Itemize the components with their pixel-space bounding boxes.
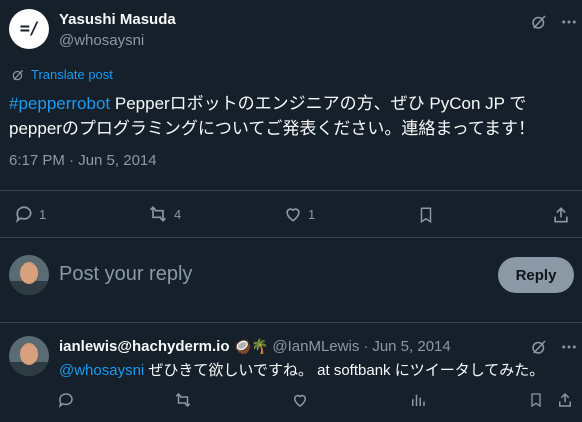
current-user-avatar[interactable] xyxy=(9,255,49,295)
reply-icon xyxy=(15,206,32,223)
translate-post-link[interactable]: Translate post xyxy=(11,67,113,82)
translate-label: Translate post xyxy=(31,67,113,82)
retweet-action[interactable]: 4 xyxy=(147,204,181,224)
share-icon[interactable] xyxy=(550,204,572,226)
translate-icon xyxy=(12,69,24,80)
divider xyxy=(0,237,582,238)
retweet-icon[interactable] xyxy=(173,390,193,410)
heart-icon[interactable] xyxy=(290,390,310,410)
reply-author-line: ianlewis@hachyderm.io 🥥🌴 @IanMLewis · Ju… xyxy=(59,338,451,355)
grok-icon[interactable] xyxy=(528,336,550,358)
avatar-text: =/ xyxy=(19,19,40,39)
reply-icon[interactable] xyxy=(56,390,76,410)
divider xyxy=(0,190,582,191)
reply-text-body: ぜひきて欲しいですね。 at softbank にツイータしてみた。 xyxy=(144,362,545,379)
reply-date[interactable]: Jun 5, 2014 xyxy=(372,338,450,355)
reply-author-avatar[interactable] xyxy=(9,336,49,376)
author-avatar[interactable]: =/ xyxy=(9,9,49,49)
reply-input[interactable]: Post your reply xyxy=(59,263,192,286)
retweet-count: 4 xyxy=(174,206,182,222)
reply-button[interactable]: Reply xyxy=(498,257,574,293)
more-options-icon[interactable] xyxy=(558,336,580,358)
grok-icon[interactable] xyxy=(528,11,550,33)
post-text: #pepperrobot Pepperロボットのエンジニアの方、ぜひ PyCon… xyxy=(9,91,569,141)
dot-separator: · xyxy=(363,338,369,355)
post-timestamp[interactable]: 6:17 PM · Jun 5, 2014 xyxy=(9,152,157,169)
heart-icon xyxy=(286,208,300,222)
mention-link[interactable]: @whosaysni xyxy=(59,362,144,379)
hashtag-link[interactable]: #pepperrobot xyxy=(9,94,110,113)
views-icon[interactable] xyxy=(408,390,428,410)
reply-count: 1 xyxy=(39,206,47,222)
bookmark-icon[interactable] xyxy=(415,204,437,226)
post-text-line1: Pepperロボットのエンジニアの方、ぜひ PyCon JP で xyxy=(110,94,527,113)
share-icon[interactable] xyxy=(555,390,575,410)
bookmark-icon[interactable] xyxy=(526,390,546,410)
divider xyxy=(0,322,582,323)
author-name[interactable]: Yasushi Masuda xyxy=(59,11,176,28)
reply-author-emojis: 🥥🌴 xyxy=(233,338,269,354)
retweet-icon xyxy=(149,206,167,222)
like-count: 1 xyxy=(308,206,316,222)
reply-text: @whosaysni ぜひきて欲しいですね。 at softbank にツイータ… xyxy=(59,359,544,380)
reply-author-name[interactable]: ianlewis@hachyderm.io xyxy=(59,338,230,355)
reply-action[interactable]: 1 xyxy=(14,204,46,224)
author-handle[interactable]: @whosaysni xyxy=(59,32,144,49)
more-options-icon[interactable] xyxy=(558,11,580,33)
reply-author-handle[interactable]: @IanMLewis xyxy=(272,338,359,355)
like-action[interactable]: 1 xyxy=(283,204,315,224)
post-text-line2: pepperのプログラミングについてご発表ください。連絡まってます！ xyxy=(9,119,536,138)
